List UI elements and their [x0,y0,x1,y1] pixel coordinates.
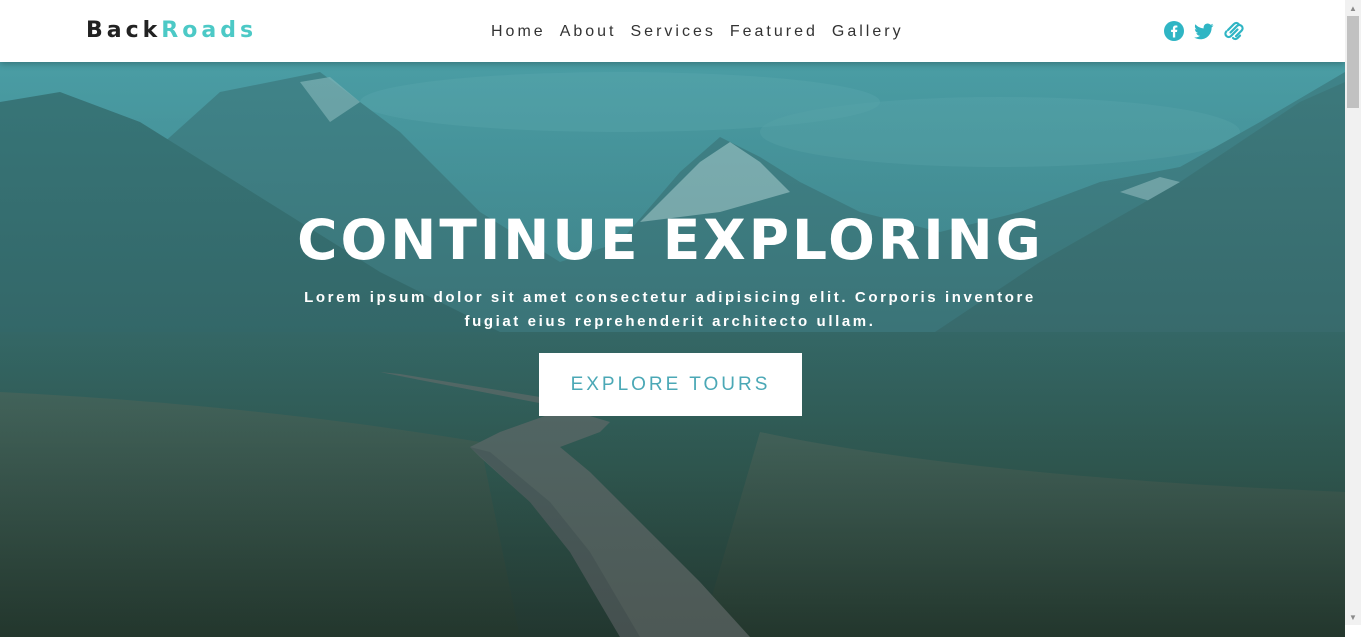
hero-text: Lorem ipsum dolor sit amet consectetur a… [304,289,1036,330]
social-links [1164,21,1244,41]
explore-tours-button[interactable]: EXPLORE TOURS [539,353,802,416]
nav-link-about[interactable]: About [560,23,617,40]
navbar: BackRoads Home About Services Featured G… [0,0,1345,62]
logo-link[interactable]: BackRoads [86,17,257,45]
hero-title: CONTINUE EXPLORING [297,208,1044,272]
nav-links: Home About Services Featured Gallery [491,22,904,42]
page-viewport: BackRoads Home About Services Featured G… [0,0,1345,637]
nav-item-gallery: Gallery [832,22,904,42]
facebook-icon[interactable] [1164,21,1184,41]
hero-section: CONTINUE EXPLORING Lorem ipsum dolor sit… [0,62,1345,637]
nav-item-featured: Featured [730,22,818,42]
logo-text-back: Back [86,18,162,43]
nav-item-about: About [560,22,617,42]
scroll-up-arrow-icon[interactable]: ▲ [1345,0,1361,16]
logo-text-roads: Roads [161,18,258,43]
twitter-icon[interactable] [1194,21,1214,41]
scrollbar-bottom-strip [1345,625,1361,637]
scroll-down-arrow-icon[interactable]: ▼ [1345,609,1361,625]
nav-link-services[interactable]: Services [631,23,716,40]
nav-item-home: Home [491,22,546,42]
nav-link-gallery[interactable]: Gallery [832,23,904,40]
nav-item-services: Services [631,22,716,42]
hero-background-image [0,62,1345,637]
nav-link-featured[interactable]: Featured [730,23,818,40]
nav-link-home[interactable]: Home [491,23,546,40]
scrollbar-thumb[interactable] [1347,16,1359,108]
vertical-scrollbar[interactable]: ▲ ▼ [1345,0,1361,637]
squarespace-icon[interactable] [1224,21,1244,41]
